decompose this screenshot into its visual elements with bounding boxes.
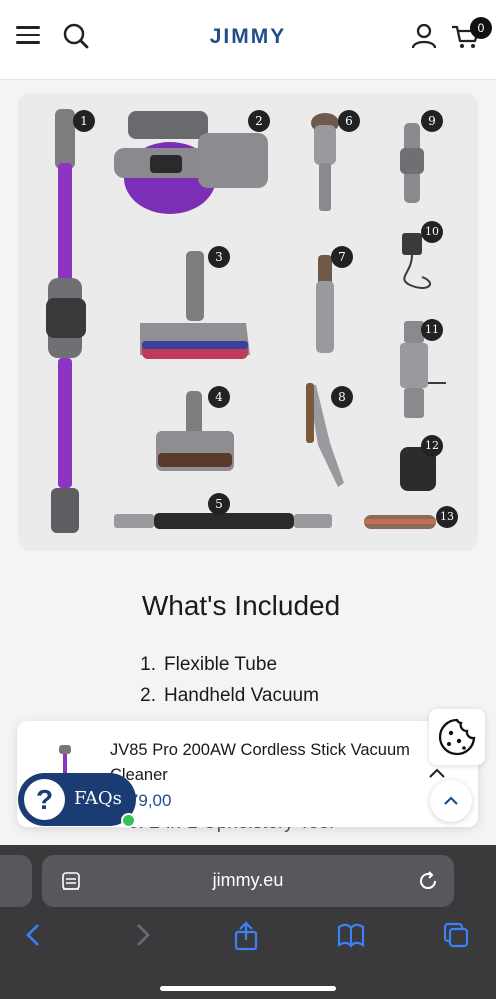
- question-icon: ?: [24, 779, 65, 820]
- faq-label: FAQs: [74, 788, 122, 809]
- part-number-11: 11: [421, 319, 443, 341]
- reload-icon[interactable]: [416, 869, 440, 893]
- chevron-up-icon[interactable]: [428, 767, 446, 779]
- cart-count-badge: 0: [470, 17, 492, 39]
- browser-toolbar: jimmy.eu: [0, 845, 496, 999]
- part-number-5: 5: [208, 493, 230, 515]
- site-header: JIMMY 0: [0, 0, 496, 80]
- bookmarks-icon[interactable]: [336, 921, 366, 949]
- wand-tube-illustration: [46, 109, 86, 533]
- url-text: jimmy.eu: [212, 870, 284, 890]
- part-number-12: 12: [421, 435, 443, 457]
- dusting-brush-illustration: [311, 113, 339, 211]
- included-list: 1. Flexible Tube 2. Handheld Vacuum: [130, 651, 319, 713]
- online-status-dot: [121, 813, 136, 828]
- roller-brush-illustration: [364, 515, 436, 529]
- cookie-settings-button[interactable]: [429, 709, 485, 765]
- part-number-10: 10: [421, 221, 443, 243]
- handheld-vacuum-illustration: [114, 111, 268, 214]
- adapter-illustration: [400, 123, 424, 203]
- list-item: 1. Flexible Tube: [140, 654, 278, 675]
- included-parts-image: 1 2 6 9 10 3 7 11 4 8 12 5 13: [18, 93, 478, 551]
- back-icon[interactable]: [22, 921, 46, 949]
- part-number-2: 2: [248, 110, 270, 132]
- part-number-4: 4: [208, 386, 230, 408]
- floor-brush-illustration: [140, 251, 250, 359]
- home-indicator: [160, 986, 336, 991]
- cookie-icon: [438, 718, 476, 756]
- part-number-6: 6: [338, 110, 360, 132]
- share-icon[interactable]: [232, 921, 260, 951]
- faq-button[interactable]: ? FAQs: [18, 773, 136, 826]
- part-number-9: 9: [421, 110, 443, 132]
- list-item: 2. Handheld Vacuum: [140, 685, 319, 706]
- part-number-1: 1: [73, 110, 95, 132]
- chevron-up-icon: [444, 796, 458, 805]
- parts-illustration: [46, 109, 446, 533]
- part-number-3: 3: [208, 246, 230, 268]
- product-title: JV85 Pro 200AW Cordless Stick Vacuum Cle…: [110, 741, 410, 784]
- section-title: What's Included: [141, 590, 341, 621]
- forward-icon[interactable]: [130, 921, 154, 949]
- tabs-icon[interactable]: [442, 921, 470, 949]
- address-bar[interactable]: jimmy.eu: [42, 855, 454, 907]
- crevice-brush-illustration: [316, 255, 334, 353]
- part-number-8: 8: [331, 386, 353, 408]
- scroll-to-top-button[interactable]: [430, 780, 472, 822]
- previous-tab[interactable]: [0, 855, 32, 907]
- part-number-13: 13: [436, 506, 458, 528]
- extension-hose-illustration: [114, 513, 332, 529]
- part-number-7: 7: [331, 246, 353, 268]
- account-icon[interactable]: [410, 22, 438, 50]
